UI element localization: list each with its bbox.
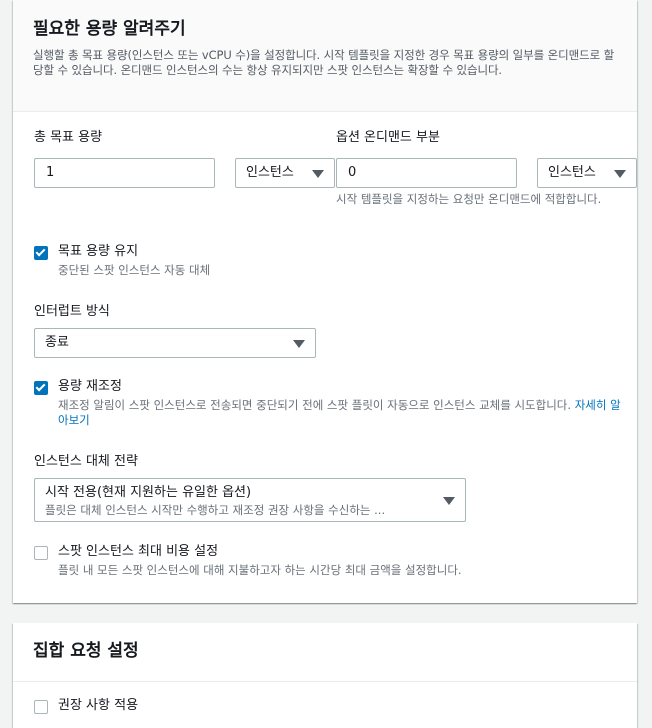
- rebalance-help: 재조정 알림이 스팟 인스턴스로 전송되면 중단되기 전에 스팟 플릿이 자동으…: [58, 398, 623, 428]
- chevron-down-icon: [614, 170, 626, 178]
- rebalance-checkbox[interactable]: [34, 381, 48, 395]
- interruption-value: 종료: [45, 335, 69, 350]
- chevron-down-icon: [312, 170, 324, 178]
- interruption-label: 인터럽트 방식: [34, 304, 110, 319]
- capacity-header: 필요한 용량 알려주기 실행할 총 목표 용량(인스턴스 또는 vCPU 수)을…: [13, 0, 637, 112]
- check-icon: [35, 381, 46, 392]
- capacity-panel: 필요한 용량 알려주기 실행할 총 목표 용량(인스턴스 또는 vCPU 수)을…: [13, 0, 637, 603]
- aggregate-panel: 집합 요청 설정 권장 사항 적용: [13, 623, 637, 728]
- replacement-strategy-select[interactable]: 시작 전용(현재 지원하는 유일한 옵션) 플릿은 대체 인스턴스 시작만 수행…: [34, 478, 466, 522]
- capacity-description: 실행할 총 목표 용량(인스턴스 또는 vCPU 수)을 설정합니다. 시작 템…: [33, 48, 615, 77]
- maintain-capacity-checkbox[interactable]: [34, 246, 48, 260]
- on-demand-input[interactable]: 0: [336, 158, 517, 188]
- total-target-unit-select[interactable]: 인스턴스: [235, 158, 335, 188]
- interruption-select[interactable]: 종료: [34, 328, 316, 358]
- on-demand-label: 옵션 온디맨드 부분: [336, 130, 440, 145]
- on-demand-unit-value: 인스턴스: [548, 165, 596, 180]
- apply-recommendations-label: 권장 사항 적용: [58, 698, 139, 713]
- max-price-label: 스팟 인스턴스 최대 비용 설정: [58, 544, 219, 559]
- aggregate-header: 집합 요청 설정: [13, 623, 637, 682]
- capacity-title: 필요한 용량 알려주기: [33, 19, 186, 39]
- rebalance-help-text: 재조정 알림이 스팟 인스턴스로 전송되면 중단되기 전에 스팟 플릿이 자동으…: [58, 398, 572, 412]
- replacement-strategy-value: 시작 전용(현재 지원하는 유일한 옵션): [45, 485, 252, 500]
- total-target-label: 총 목표 용량: [34, 130, 103, 145]
- on-demand-unit-select[interactable]: 인스턴스: [537, 158, 637, 188]
- maintain-capacity-label: 목표 용량 유지: [58, 244, 139, 259]
- rebalance-label: 용량 재조정: [58, 379, 122, 394]
- total-target-unit-value: 인스턴스: [246, 165, 294, 180]
- replacement-strategy-value-help: 플릿은 대체 인스턴스 시작만 수행하고 재조정 권장 사항을 수신하는 ...: [45, 503, 386, 517]
- apply-recommendations-checkbox[interactable]: [34, 700, 48, 714]
- max-price-help: 플릿 내 모든 스팟 인스턴스에 대해 지불하고자 하는 시간당 최대 금액을 …: [58, 563, 462, 577]
- maintain-capacity-help: 중단된 스팟 인스턴스 자동 대체: [58, 263, 211, 277]
- replacement-strategy-label: 인스턴스 대체 전략: [34, 454, 138, 469]
- chevron-down-icon: [443, 497, 455, 505]
- max-price-checkbox[interactable]: [34, 546, 48, 560]
- total-target-input[interactable]: 1: [34, 158, 215, 188]
- chevron-down-icon: [293, 340, 305, 348]
- check-icon: [35, 246, 46, 257]
- aggregate-title: 집합 요청 설정: [33, 641, 139, 661]
- on-demand-help: 시작 템플릿을 지정하는 요청만 온디맨드에 적합합니다.: [336, 192, 602, 206]
